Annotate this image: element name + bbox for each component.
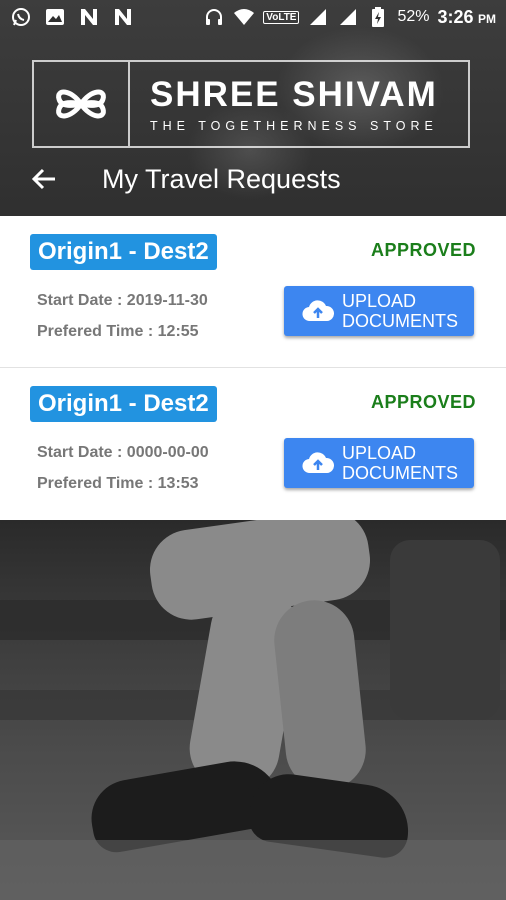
- app-bar: My Travel Requests: [0, 150, 506, 208]
- back-button[interactable]: [14, 150, 74, 208]
- clock: 3:26 PM: [438, 7, 496, 28]
- upload-label: UPLOAD DOCUMENTS: [342, 443, 458, 483]
- route-badge: Origin1 - Dest2: [30, 234, 217, 270]
- preferred-time: Prefered Time : 13:53: [37, 475, 199, 493]
- preferred-time-value: 12:55: [157, 323, 199, 340]
- start-date-value: 2019-11-30: [126, 292, 208, 309]
- start-date-label: Start Date :: [37, 444, 127, 461]
- arrow-left-icon: [31, 168, 55, 190]
- upload-documents-button[interactable]: UPLOAD DOCUMENTS: [284, 286, 474, 336]
- headphones-icon: [203, 6, 225, 28]
- floor: [0, 840, 506, 900]
- signal-icon: [307, 6, 329, 28]
- gallery-icon: [44, 6, 66, 28]
- cloud-upload-icon: [302, 452, 334, 474]
- battery-percent: 52%: [397, 8, 430, 25]
- preferred-time-value: 13:53: [157, 475, 199, 492]
- upload-label-line2: DOCUMENTS: [342, 311, 458, 331]
- cloud-upload-icon: [302, 300, 334, 322]
- preferred-time-label: Prefered Time :: [37, 475, 158, 492]
- upload-documents-button[interactable]: UPLOAD DOCUMENTS: [284, 438, 474, 488]
- brand-tagline: THE TOGETHERNESS STORE: [150, 119, 438, 133]
- signal-icon: [337, 6, 359, 28]
- status-badge: APPROVED: [370, 392, 476, 412]
- preferred-time-label: Prefered Time :: [37, 323, 158, 340]
- preferred-time: Prefered Time : 12:55: [37, 323, 199, 341]
- status-bar: VoLTE 52% 3:26 PM: [0, 0, 506, 34]
- notification-n-icon: [112, 6, 134, 28]
- brand-mark-icon: [34, 62, 130, 146]
- brand-logo: SHREE SHIVAM THE TOGETHERNESS STORE: [32, 60, 470, 148]
- start-date-label: Start Date :: [37, 292, 127, 309]
- brand-title: SHREE SHIVAM: [150, 75, 438, 114]
- clock-ampm: PM: [478, 11, 496, 26]
- page-title: My Travel Requests: [102, 163, 341, 194]
- start-date-value: 0000-00-00: [126, 444, 209, 461]
- travel-request-list: Origin1 - Dest2 APPROVED Start Date : 20…: [0, 216, 506, 520]
- travel-request-card[interactable]: Origin1 - Dest2 APPROVED Start Date : 00…: [0, 368, 506, 520]
- start-date: Start Date : 0000-00-00: [37, 444, 209, 462]
- upload-label-line2: DOCUMENTS: [342, 463, 458, 483]
- upload-label: UPLOAD DOCUMENTS: [342, 291, 458, 331]
- battery-icon: [367, 6, 389, 28]
- start-date: Start Date : 2019-11-30: [37, 292, 208, 310]
- status-badge: APPROVED: [370, 240, 476, 260]
- brand-text: SHREE SHIVAM THE TOGETHERNESS STORE: [130, 62, 468, 146]
- volte-icon: VoLTE: [263, 10, 300, 24]
- route-badge: Origin1 - Dest2: [30, 386, 217, 422]
- upload-label-line1: UPLOAD: [342, 443, 417, 463]
- clock-time: 3:26: [437, 6, 474, 27]
- travel-request-card[interactable]: Origin1 - Dest2 APPROVED Start Date : 20…: [0, 216, 506, 368]
- notification-n-icon: [78, 6, 100, 28]
- bag: [390, 540, 500, 720]
- whatsapp-icon: [10, 6, 32, 28]
- upload-label-line1: UPLOAD: [342, 291, 417, 311]
- wifi-icon: [233, 6, 255, 28]
